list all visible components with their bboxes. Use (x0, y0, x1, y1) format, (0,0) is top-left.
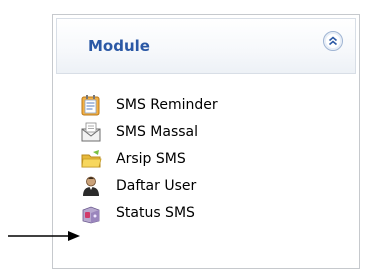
menu-item-label: SMS Reminder (116, 96, 218, 113)
menu-item-label: Arsip SMS (116, 150, 186, 167)
menu-item-label: Daftar User (116, 177, 197, 194)
menu-item-daftar-user[interactable]: Daftar User (79, 172, 218, 199)
collapse-button[interactable] (323, 31, 343, 51)
module-panel: Module SMS Reminder SMS Massal Arsip SMS… (52, 14, 360, 269)
pointer-arrow-icon (8, 231, 80, 241)
module-menu: SMS Reminder SMS Massal Arsip SMS Daftar… (79, 91, 218, 226)
calendar-icon (79, 93, 103, 117)
menu-item-label: Status SMS (116, 204, 195, 221)
menu-item-label: SMS Massal (116, 123, 199, 140)
chevron-double-up-icon (328, 36, 338, 46)
menu-item-arsip-sms[interactable]: Arsip SMS (79, 145, 218, 172)
envelope-icon (79, 120, 103, 144)
menu-item-sms-reminder[interactable]: SMS Reminder (79, 91, 218, 118)
folder-icon (79, 147, 103, 171)
panel-title: Module (88, 37, 150, 55)
menu-item-status-sms[interactable]: Status SMS (79, 199, 218, 226)
phone-status-icon (79, 201, 103, 225)
user-icon (79, 174, 103, 198)
panel-header: Module (56, 18, 356, 74)
menu-item-sms-massal[interactable]: SMS Massal (79, 118, 218, 145)
